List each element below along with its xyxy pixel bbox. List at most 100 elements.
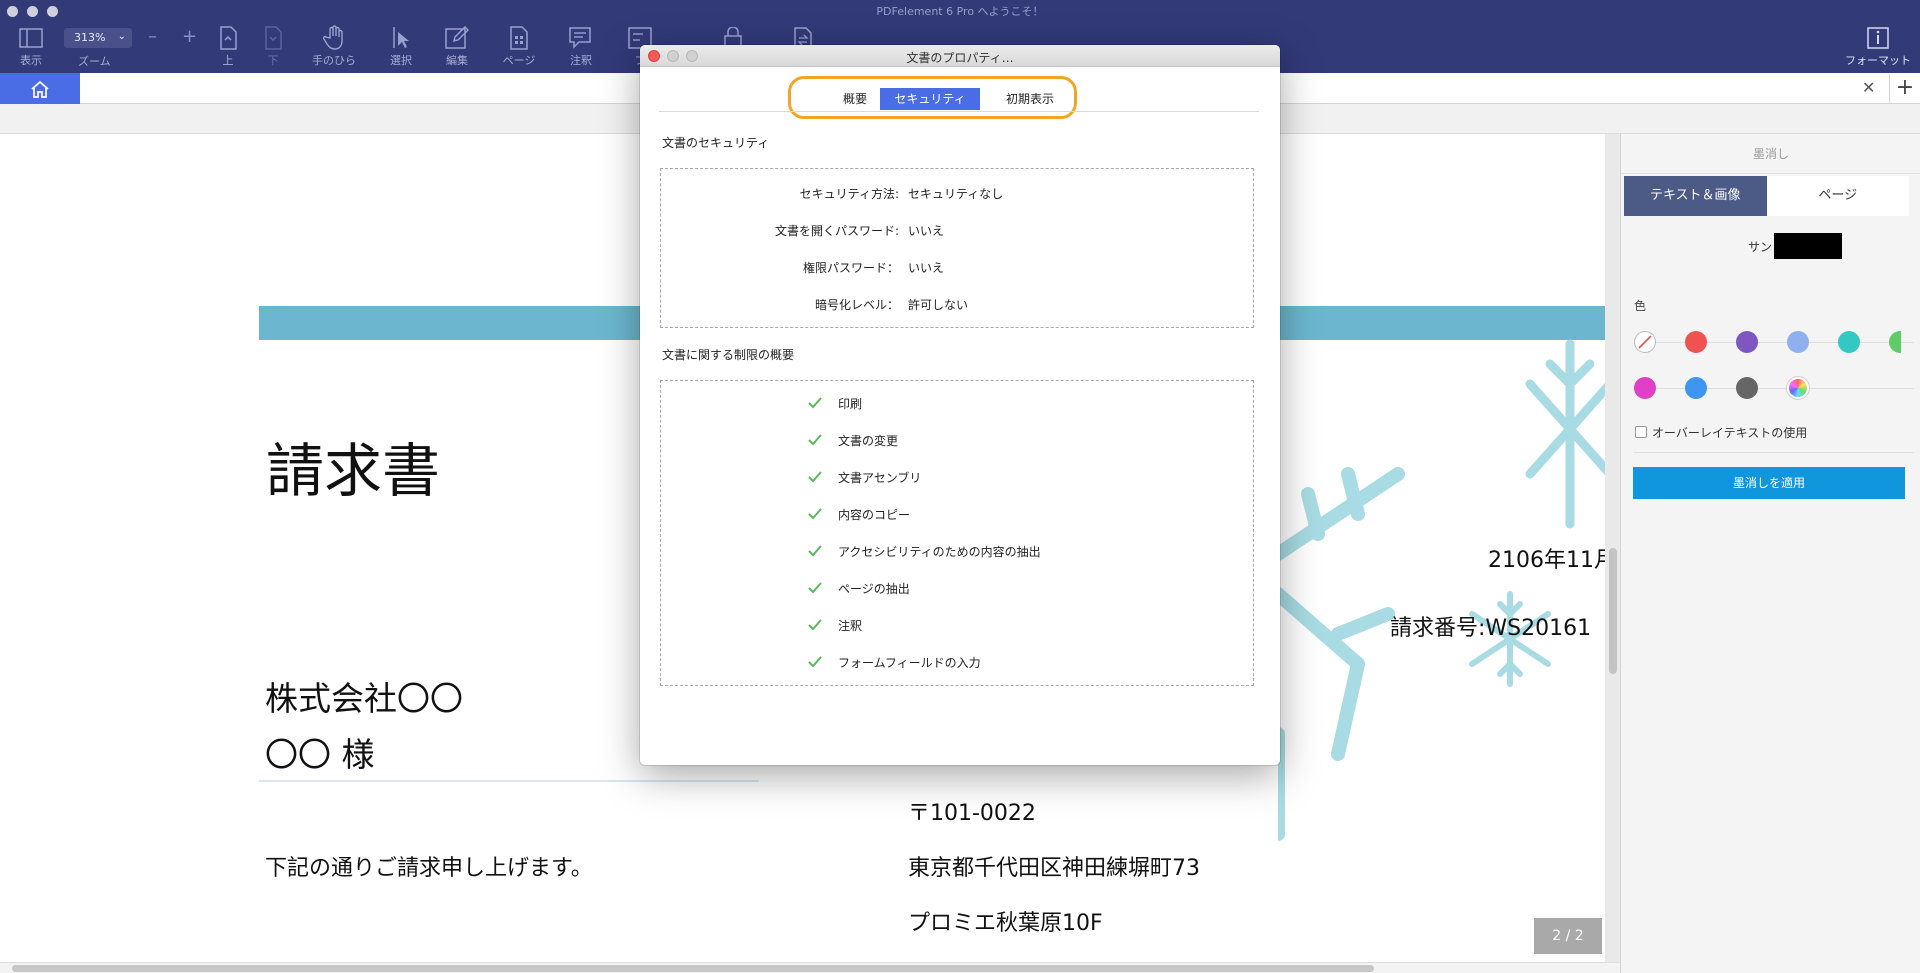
security-method-label: セキュリティ方法: (799, 187, 899, 201)
check-icon (808, 397, 822, 409)
check-icon (808, 656, 822, 668)
color-teal-swatch[interactable] (1838, 331, 1860, 353)
close-tab-icon[interactable]: ✕ (1862, 78, 1875, 97)
color-blue-swatch[interactable] (1685, 377, 1707, 399)
tab-text-image[interactable]: テキスト＆画像 (1624, 176, 1767, 216)
redact-panel: 墨消し テキスト＆画像 ページ サン 色 オーバーレイテキストの使用 墨消しを適… (1620, 134, 1920, 973)
info-icon (1867, 24, 1889, 51)
invoice-number: 請求番号:WS20161 (1390, 616, 1592, 641)
zoom-out-button[interactable]: – (148, 26, 157, 47)
color-gray-swatch[interactable] (1736, 377, 1758, 399)
apply-redaction-button[interactable]: 墨消しを適用 (1633, 467, 1905, 499)
security-box: セキュリティ方法: セキュリティなし 文書を開くパスワード: いいえ 権限パスワ… (660, 168, 1254, 328)
recipient-underline (259, 780, 759, 782)
redaction-sample (1774, 233, 1842, 259)
check-icon (808, 545, 822, 557)
horizontal-scroll-thumb[interactable] (12, 965, 1374, 972)
app-title: PDFelement 6 Pro へようこそ！ (876, 5, 1044, 18)
check-icon (808, 582, 822, 594)
zoom-in-button[interactable]: + (182, 26, 197, 47)
page-down-label: 下 (267, 54, 279, 67)
overlay-text-checkbox[interactable] (1635, 426, 1647, 438)
address-line: 東京都千代田区神田練塀町73 (908, 856, 1200, 881)
encryption-level-row: 暗号化レベル： 許可しない (661, 296, 1255, 316)
building-line: プロミエ秋葉原10F (908, 911, 1103, 936)
color-green-swatch[interactable] (1889, 331, 1901, 353)
restrictions-section-title: 文書に関する制限の概要 (662, 348, 795, 362)
page-icon (509, 24, 529, 51)
page-indicator: 2 / 2 (1534, 918, 1602, 954)
check-icon (808, 434, 822, 446)
comment-icon (569, 24, 593, 51)
zoom-select[interactable]: 313% ⌄ (64, 28, 132, 48)
permission-password-label: 権限パスワード： (802, 261, 899, 275)
select-tool-label: 選択 (390, 54, 412, 67)
edit-icon (445, 24, 469, 51)
page-down-button[interactable]: 下 (245, 24, 301, 68)
security-method-value: セキュリティなし (908, 187, 1004, 201)
security-method-row: セキュリティ方法: セキュリティなし (661, 185, 1255, 205)
vertical-scrollbar[interactable] (1609, 548, 1617, 674)
hand-tool-label: 手のひら (312, 54, 356, 67)
permission-print: 印刷 (838, 397, 863, 411)
check-icon (808, 471, 822, 483)
encryption-level-value: 許可しない (908, 298, 969, 312)
add-tab-button[interactable]: + (1889, 74, 1920, 104)
restrictions-box: 印刷 文書の変更 文書アセンブリ 内容のコピー アクセシビリティのための内容の抽… (660, 380, 1254, 686)
permission-copy: 内容のコピー (838, 508, 911, 522)
encryption-level-label: 暗号化レベル： (814, 298, 899, 312)
snowflake-large-decoration (1278, 467, 1405, 841)
page-down-icon (263, 24, 283, 51)
redact-tabs: テキスト＆画像 ページ (1624, 176, 1909, 216)
color-purple-swatch[interactable] (1736, 331, 1758, 353)
recipient-name: 〇〇 様 (265, 735, 375, 774)
horizontal-scrollbar[interactable] (0, 962, 1620, 973)
page-button[interactable]: ページ (491, 24, 547, 68)
color-label: 色 (1634, 299, 1647, 313)
color-none-swatch[interactable] (1634, 331, 1656, 353)
postal-code: 〒101-0022 (908, 801, 1036, 826)
format-button[interactable]: フォーマット (1838, 24, 1918, 68)
page-up-icon (218, 24, 238, 51)
chevron-down-icon: ⌄ (117, 31, 126, 42)
overlay-text-label: オーバーレイテキストの使用 (1652, 426, 1808, 440)
edit-button[interactable]: 編集 (429, 24, 485, 68)
home-tab[interactable] (0, 73, 80, 104)
permission-form-fill: フォームフィールドの入力 (838, 656, 981, 670)
permission-assembly: 文書アセンブリ (838, 471, 922, 485)
cursor-icon (391, 24, 411, 51)
annotate-button[interactable]: 注釈 (553, 24, 609, 68)
permission-annotate: 注釈 (838, 619, 863, 633)
tab-initial-view[interactable]: 初期表示 (990, 88, 1070, 110)
color-light-blue-swatch[interactable] (1787, 331, 1809, 353)
select-tool-button[interactable]: 選択 (373, 24, 429, 68)
color-red-swatch[interactable] (1685, 331, 1707, 353)
page-up-label: 上 (222, 54, 234, 67)
swatch-row-line (1634, 388, 1914, 389)
document-properties-dialog: 文書のプロパティ… 概要 セキュリティ 初期表示 文書のセキュリティ セキュリテ… (640, 45, 1280, 765)
check-icon (808, 508, 822, 520)
tab-security[interactable]: セキュリティ (880, 88, 980, 110)
hand-tool-button[interactable]: 手のひら (306, 24, 362, 68)
dialog-titlebar: 文書のプロパティ… (640, 45, 1280, 67)
color-magenta-swatch[interactable] (1634, 377, 1656, 399)
format-label: フォーマット (1845, 54, 1911, 67)
hand-icon (323, 24, 345, 51)
panel-divider (1634, 452, 1914, 453)
sidebar-icon (19, 24, 43, 51)
panel-title: 墨消し (1621, 134, 1920, 174)
page-label: ページ (502, 54, 536, 67)
permission-password-value: いいえ (908, 261, 945, 275)
security-section-title: 文書のセキュリティ (662, 136, 770, 150)
check-icon (808, 619, 822, 631)
view-button[interactable]: 表示 (3, 24, 59, 68)
color-picker-swatch[interactable] (1787, 377, 1809, 399)
open-password-label: 文書を開くパスワード: (774, 224, 899, 238)
sample-label: サン (1748, 240, 1773, 254)
tab-page[interactable]: ページ (1766, 176, 1909, 216)
dialog-title: 文書のプロパティ… (906, 51, 1014, 65)
invoice-title: 請求書 (266, 437, 441, 505)
company-name: 株式会社〇〇 (265, 679, 463, 718)
permission-page-extract: ページの抽出 (838, 582, 910, 596)
permission-accessibility: アクセシビリティのための内容の抽出 (838, 545, 1041, 559)
